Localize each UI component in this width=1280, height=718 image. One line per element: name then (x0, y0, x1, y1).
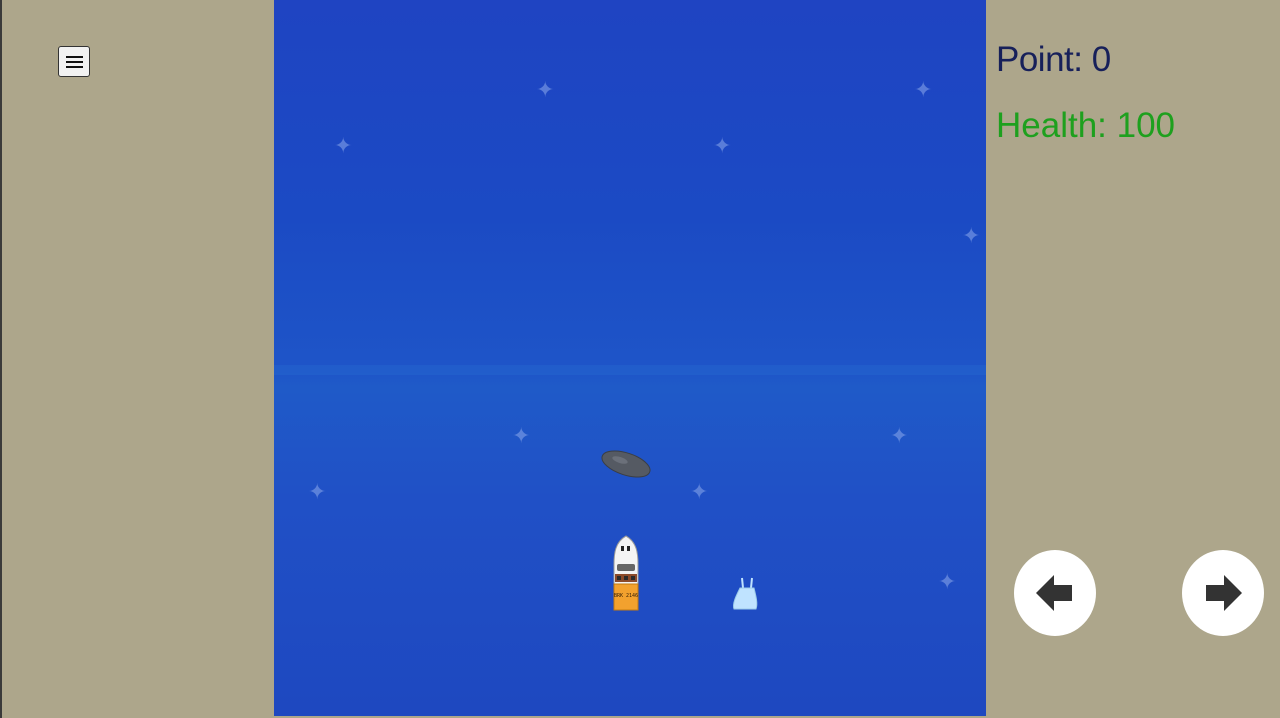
arrow-left-icon (1036, 575, 1072, 611)
water-sparkle: ✦ (334, 133, 353, 158)
water-sparkle: ✦ (713, 133, 732, 158)
plastic-bag-trash (733, 577, 758, 610)
game-screen: ✦ ✦ ✦ ✦ ✦ ✦ ✦ ✦ ✦ ✦ BRK 2146 Point: 0 He… (0, 0, 1280, 718)
water-sparkle: ✦ (690, 479, 709, 504)
left-sand-panel (0, 0, 274, 718)
water-sparkle: ✦ (308, 479, 327, 504)
water-sparkle: ✦ (512, 423, 531, 448)
ocean-playfield: ✦ ✦ ✦ ✦ ✦ ✦ ✦ ✦ ✦ ✦ BRK 2146 (274, 0, 986, 716)
water-sparkle: ✦ (914, 77, 933, 102)
water-sparkle: ✦ (938, 569, 957, 594)
move-left-button[interactable] (1014, 550, 1096, 636)
water-band (274, 365, 986, 375)
water-sparkle: ✦ (962, 223, 981, 248)
rock-obstacle (601, 450, 651, 478)
water-sparkle: ✦ (536, 77, 555, 102)
menu-button[interactable] (58, 46, 90, 77)
player-boat: BRK 2146 (613, 535, 639, 611)
point-counter: Point: 0 (996, 40, 1111, 79)
health-counter: Health: 100 (996, 106, 1176, 145)
move-right-button[interactable] (1182, 550, 1264, 636)
arrow-right-icon (1206, 575, 1242, 611)
water-sparkle: ✦ (890, 423, 909, 448)
boat-plate-text: BRK 2146 (614, 593, 638, 599)
